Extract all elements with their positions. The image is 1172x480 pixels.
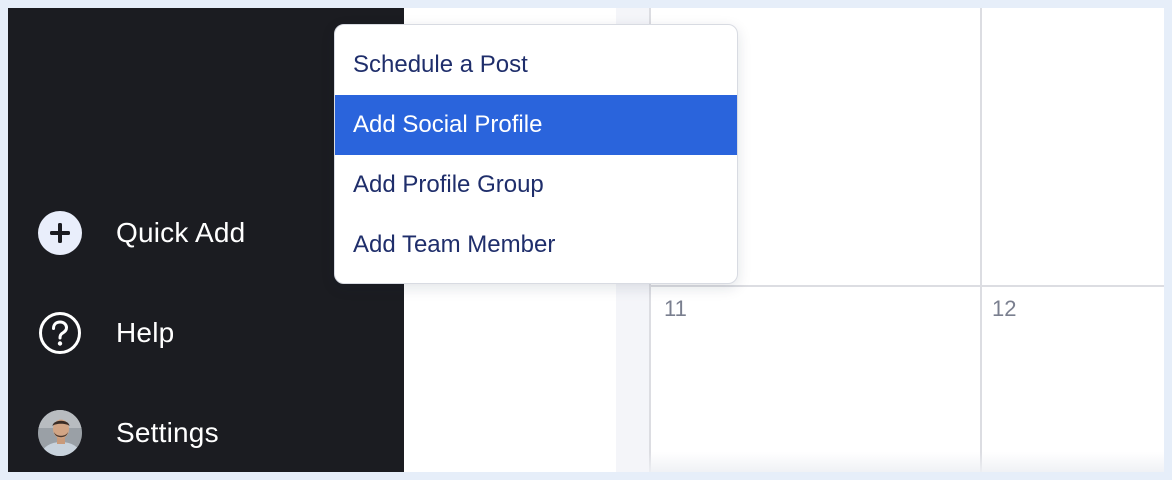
menu-item-schedule-post[interactable]: Schedule a Post — [335, 35, 737, 95]
sidebar-item-label: Settings — [116, 417, 219, 448]
avatar — [38, 410, 82, 456]
quick-add-menu: Schedule a Post Add Social Profile Add P… — [334, 24, 738, 284]
calendar-divider — [980, 8, 982, 472]
question-circle-icon — [38, 311, 82, 355]
sidebar-item-label: Quick Add — [116, 217, 246, 248]
sidebar-item-label: Help — [116, 317, 175, 348]
menu-item-add-team-member[interactable]: Add Team Member — [335, 215, 737, 275]
app-frame: Quick Add Help Settings 11 12 Schedule a… — [8, 8, 1164, 472]
calendar-divider — [649, 285, 1164, 287]
sidebar-item-settings[interactable]: Settings — [8, 403, 404, 463]
menu-item-add-profile-group[interactable]: Add Profile Group — [335, 155, 737, 215]
calendar-day-number: 12 — [992, 296, 1017, 321]
plus-circle-icon — [38, 211, 82, 255]
calendar-bottom-fade — [649, 452, 1164, 472]
sidebar-item-help[interactable]: Help — [8, 303, 404, 363]
menu-item-add-social-profile[interactable]: Add Social Profile — [335, 95, 737, 155]
calendar-day-number: 11 — [664, 296, 687, 321]
